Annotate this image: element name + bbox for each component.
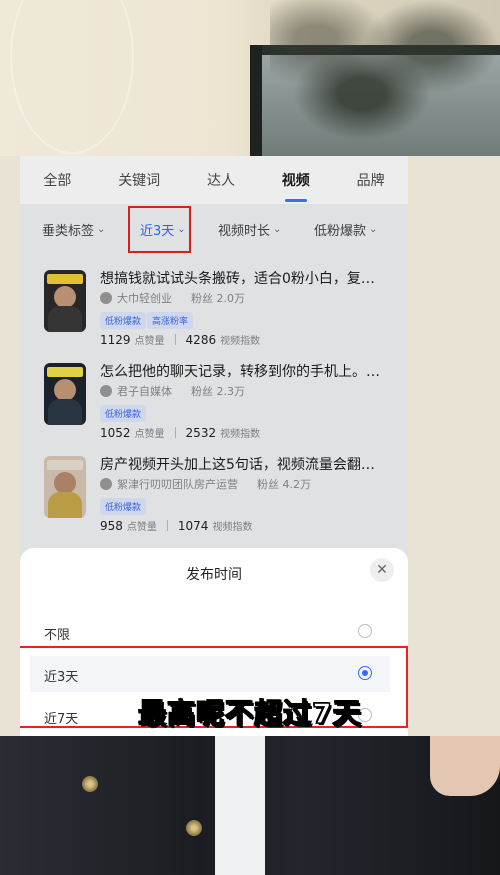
coat-button <box>186 820 202 836</box>
coat-button <box>82 776 98 792</box>
hand <box>430 736 500 796</box>
sheet-title: 发布时间 <box>186 567 242 583</box>
window-frame-side <box>250 45 262 156</box>
option-label: 不限 <box>44 628 71 643</box>
option-unlimited[interactable]: 不限 <box>30 614 390 650</box>
background-photo-top <box>0 0 500 156</box>
phone-screen: 全部 关键词 达人 视频 品牌 垂类标签 ⌄ 近3天 ⌄ 视频时长 ⌄ 低粉爆款… <box>20 156 408 736</box>
video-subtitle: 最高呢不超过7天 <box>138 696 362 731</box>
wall-decoration <box>10 0 134 154</box>
shirt <box>215 736 265 875</box>
close-icon[interactable]: ✕ <box>370 558 394 582</box>
background-photo-bottom <box>0 736 500 875</box>
radio-icon[interactable] <box>358 624 372 638</box>
plant-silhouette <box>270 0 500 156</box>
